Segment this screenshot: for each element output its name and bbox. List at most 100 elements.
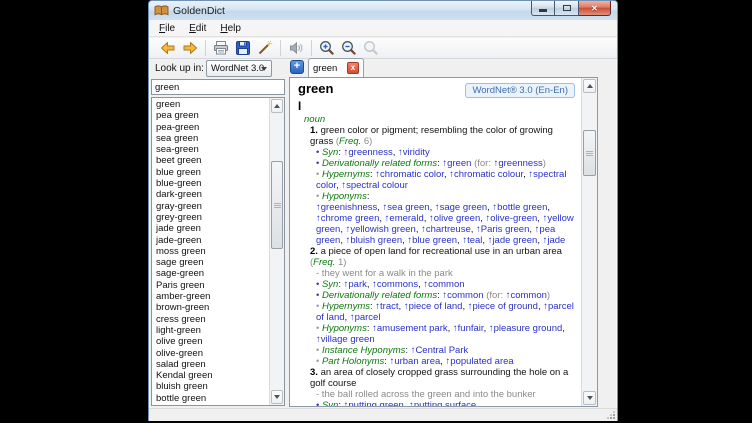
list-item[interactable]: Paris green (152, 280, 269, 291)
tab-green[interactable]: green x (308, 58, 364, 77)
tab-close-icon[interactable]: x (347, 62, 359, 74)
word-list-scrollbar[interactable] (269, 98, 284, 405)
list-item[interactable]: bluish green (152, 381, 269, 392)
article-link[interactable]: ↑green (442, 158, 471, 169)
article-link[interactable]: ↑piece of land (404, 301, 463, 312)
list-item[interactable]: light-green (152, 325, 269, 336)
zoom-out-button[interactable] (338, 38, 360, 58)
article-link[interactable]: ↑putting green (344, 400, 404, 406)
list-item[interactable]: sea-green (152, 144, 269, 155)
article-link[interactable]: ↑Central Park (411, 345, 469, 356)
list-item[interactable]: blue-green (152, 178, 269, 189)
list-item[interactable]: dark-green (152, 189, 269, 200)
minimize-button[interactable] (531, 1, 555, 16)
article-link[interactable]: ↑blue green (407, 235, 457, 246)
article-link[interactable]: ↑pleasure ground (489, 323, 562, 334)
list-item[interactable]: Kendal green (152, 370, 269, 381)
zoom-reset-button[interactable] (360, 38, 382, 58)
article-block: • Syn: ↑park, ↑commons, ↑common (298, 279, 575, 290)
list-item[interactable]: gray-green (152, 201, 269, 212)
menu-help[interactable]: Help (213, 21, 248, 36)
article-link[interactable]: ↑greenness (494, 158, 543, 169)
article-link[interactable]: ↑amusement park (372, 323, 448, 334)
list-item[interactable]: beet green (152, 155, 269, 166)
list-item[interactable]: jade green (152, 223, 269, 234)
list-item[interactable]: brown-green (152, 302, 269, 313)
article-link[interactable]: ↑common (506, 290, 547, 301)
article-link[interactable]: ↑jade (543, 235, 566, 246)
article-link[interactable]: ↑spectral colour (341, 180, 408, 191)
close-button[interactable]: ✕ (579, 1, 611, 16)
menu-file[interactable]: File (152, 21, 182, 36)
article-link[interactable]: ↑piece of ground (468, 301, 538, 312)
dictionary-badge[interactable]: WordNet® 3.0 (En-En) (465, 83, 575, 98)
resize-grip[interactable] (605, 409, 615, 419)
scrollbar-thumb[interactable] (271, 161, 283, 249)
scrollbar-thumb[interactable] (583, 130, 596, 176)
titlebar[interactable]: GoldenDict ✕ (149, 1, 617, 20)
scroll-up-button[interactable] (583, 79, 596, 93)
list-item[interactable]: blue green (152, 167, 269, 178)
article-link[interactable]: ↑bottle green (492, 202, 547, 213)
article-link[interactable]: ↑olive-green (486, 213, 538, 224)
article-link[interactable]: ↑chromatic color (375, 169, 444, 180)
article-link[interactable]: ↑park (344, 279, 367, 290)
save-button[interactable] (232, 38, 254, 58)
list-item[interactable]: green (152, 99, 269, 110)
search-input[interactable] (151, 79, 285, 95)
article-link[interactable]: ↑common (423, 279, 464, 290)
list-item[interactable]: amber-green (152, 291, 269, 302)
article-link[interactable]: ↑sage green (435, 202, 487, 213)
list-item[interactable]: grey-green (152, 212, 269, 223)
article-link[interactable]: ↑tract (375, 301, 398, 312)
back-button[interactable] (157, 38, 179, 58)
article-link[interactable]: ↑teal (462, 235, 482, 246)
article-link[interactable]: ↑putting surface (409, 400, 476, 406)
article-link[interactable]: ↑populated area (446, 356, 514, 367)
article-link[interactable]: ↑common (442, 290, 483, 301)
maximize-button[interactable] (555, 1, 579, 16)
article-link[interactable]: ↑greenness (344, 147, 393, 158)
scroll-down-button[interactable] (271, 390, 283, 404)
list-item[interactable]: pea-green (152, 122, 269, 133)
forward-button[interactable] (179, 38, 201, 58)
article-link[interactable]: ↑Paris green (476, 224, 529, 235)
list-item[interactable]: sage green (152, 257, 269, 268)
article-link[interactable]: ↑urban area (390, 356, 441, 367)
list-item[interactable]: cress green (152, 314, 269, 325)
scroll-up-button[interactable] (271, 99, 283, 113)
list-item[interactable]: salad green (152, 359, 269, 370)
scan-popup-button[interactable] (254, 38, 276, 58)
article-link[interactable]: ↑viridity (398, 147, 430, 158)
article-link[interactable]: ↑yellowish green (346, 224, 416, 235)
list-item[interactable]: pea green (152, 110, 269, 121)
article-link[interactable]: ↑village green (316, 334, 375, 345)
article-link[interactable]: ↑chartreuse (421, 224, 471, 235)
article-link[interactable]: ↑funfair (453, 323, 484, 334)
article-link[interactable]: ↑greenishness (316, 202, 377, 213)
pronounce-button[interactable] (285, 38, 307, 58)
list-item[interactable]: sage-green (152, 268, 269, 279)
dictionary-group-select[interactable]: WordNet 3.0 (206, 60, 272, 77)
article-link[interactable]: ↑chromatic colour (449, 169, 523, 180)
article-link[interactable]: ↑parcel (350, 312, 381, 323)
list-item[interactable]: olive-green (152, 348, 269, 359)
article-link[interactable]: ↑emerald (385, 213, 424, 224)
scroll-down-button[interactable] (583, 391, 596, 405)
article-link[interactable]: ↑olive green (429, 213, 480, 224)
list-item[interactable]: jade-green (152, 235, 269, 246)
article-link[interactable]: ↑jade green (488, 235, 538, 246)
article-link[interactable]: ↑bluish green (346, 235, 403, 246)
article-scrollbar[interactable] (581, 78, 597, 406)
menu-edit[interactable]: Edit (182, 21, 213, 36)
print-button[interactable] (210, 38, 232, 58)
zoom-in-button[interactable] (316, 38, 338, 58)
article-link[interactable]: ↑sea green (383, 202, 430, 213)
add-tab-button[interactable]: + (290, 60, 304, 74)
list-item[interactable]: sea green (152, 133, 269, 144)
article-link[interactable]: ↑commons (372, 279, 418, 290)
list-item[interactable]: moss green (152, 246, 269, 257)
article-link[interactable]: ↑chrome green (316, 213, 379, 224)
list-item[interactable]: olive green (152, 336, 269, 347)
list-item[interactable]: bottle green (152, 393, 269, 404)
